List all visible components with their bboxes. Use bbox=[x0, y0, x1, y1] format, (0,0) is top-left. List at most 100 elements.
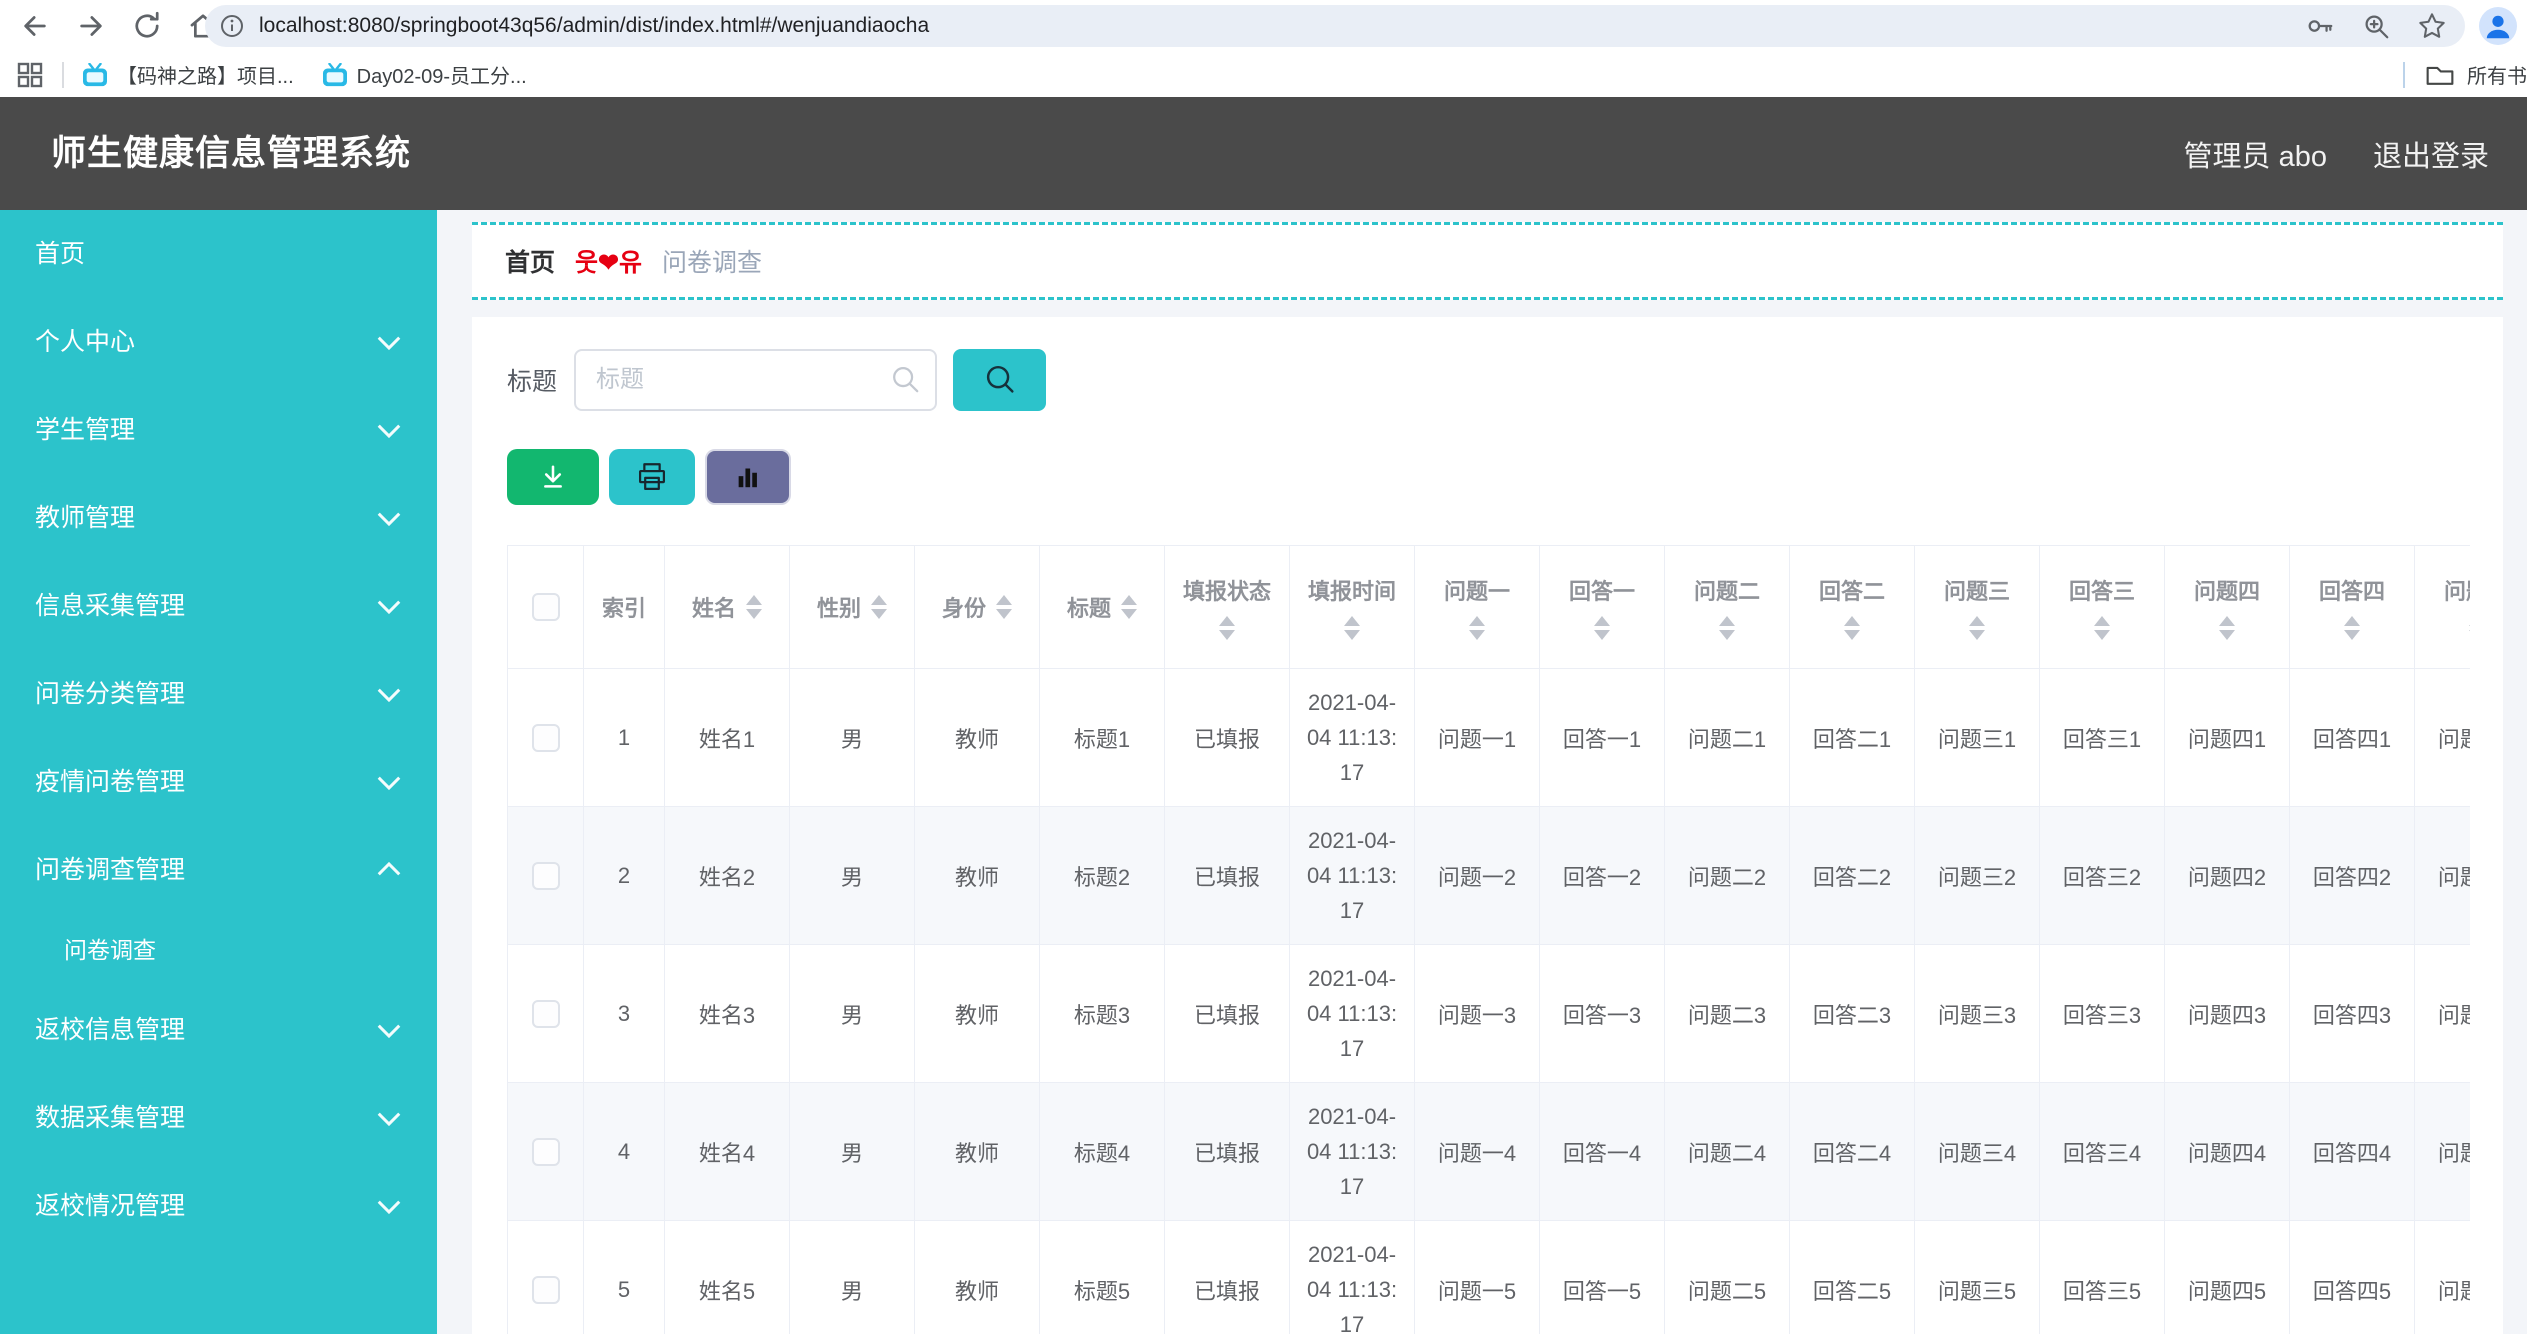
browser-profile-avatar[interactable] bbox=[2479, 7, 2517, 45]
sort-carets-icon[interactable] bbox=[1219, 616, 1235, 640]
table-cell: 回答一4 bbox=[1539, 1082, 1665, 1221]
sidebar-item-6[interactable]: 问卷分类管理 bbox=[0, 650, 437, 738]
table-cell: 问题一4 bbox=[1414, 1082, 1540, 1221]
sidebar-nav: 首页 个人中心 学生管理 教师管理 信息采集管理 问卷分类管理 疫情问卷管理 问卷调查管理 问卷… bbox=[0, 210, 437, 1334]
table-cell: 男 bbox=[789, 1220, 915, 1334]
sort-carets-icon[interactable] bbox=[996, 595, 1012, 619]
bookmark-star-icon[interactable] bbox=[2417, 11, 2447, 41]
search-button[interactable] bbox=[953, 349, 1047, 411]
apps-grid-icon[interactable] bbox=[16, 61, 44, 89]
chart-button[interactable] bbox=[705, 449, 791, 505]
table-cell: 标题4 bbox=[1039, 1082, 1165, 1221]
breadcrumb-home[interactable]: 首页 bbox=[505, 243, 555, 279]
sort-carets-icon[interactable] bbox=[1969, 616, 1985, 640]
sidebar-item-5[interactable]: 信息采集管理 bbox=[0, 562, 437, 650]
column-header[interactable]: 问题二 bbox=[1664, 545, 1790, 669]
sidebar-item-7[interactable]: 疫情问卷管理 bbox=[0, 738, 437, 826]
table-row: 5 姓名5 男教师 标题5 已填报 2021-04-04 11:13:17 问题一5 回答一5… bbox=[507, 1220, 2470, 1334]
sort-carets-icon[interactable] bbox=[2469, 616, 2470, 640]
back-button[interactable] bbox=[14, 5, 56, 47]
column-header[interactable]: 回答四 bbox=[2289, 545, 2415, 669]
column-header-label: 问题五 bbox=[2443, 579, 2470, 604]
sort-carets-icon[interactable] bbox=[1121, 595, 1137, 619]
column-header[interactable]: 回答二 bbox=[1789, 545, 1915, 669]
select-all-cell bbox=[507, 545, 584, 669]
bookmark-item[interactable]: Day02-09-员工分... bbox=[322, 60, 527, 89]
table-cell: 问题三4 bbox=[1914, 1082, 2040, 1221]
sidebar-item-8[interactable]: 问卷调查管理 bbox=[0, 826, 437, 914]
chevron-down-icon bbox=[377, 591, 401, 615]
column-header[interactable]: 回答三 bbox=[2039, 545, 2165, 669]
sidebar-item-1[interactable]: 首页 bbox=[0, 210, 437, 298]
sort-carets-icon[interactable] bbox=[746, 595, 762, 619]
table-cell: 回答二2 bbox=[1789, 806, 1915, 945]
table-row: 3 姓名3 男教师 标题3 已填报 2021-04-04 11:13:17 问题一3 回答一3… bbox=[507, 944, 2470, 1083]
column-header[interactable]: 回答一 bbox=[1539, 545, 1665, 669]
search-button-icon bbox=[981, 361, 1019, 399]
column-header-label: 回答二 bbox=[1818, 579, 1885, 604]
forward-button[interactable] bbox=[70, 5, 112, 47]
table-cell: 已填报 bbox=[1164, 944, 1290, 1083]
sidebar-item-label: 返校信息管理 bbox=[35, 1016, 186, 1044]
column-header[interactable]: 标题 bbox=[1039, 545, 1165, 669]
column-header[interactable]: 姓名 bbox=[664, 545, 790, 669]
sidebar-item-11[interactable]: 返校情况管理 bbox=[0, 1162, 437, 1250]
table-cell: 问题二4 bbox=[1664, 1082, 1790, 1221]
row-checkbox[interactable] bbox=[531, 723, 560, 752]
column-header[interactable]: 问题一 bbox=[1414, 545, 1540, 669]
zoom-page-icon[interactable] bbox=[2361, 11, 2391, 41]
table-cell: 1 bbox=[583, 668, 665, 807]
sidebar-subitem[interactable]: 问卷调查 bbox=[0, 914, 437, 986]
column-header[interactable]: 性别 bbox=[789, 545, 915, 669]
sort-carets-icon[interactable] bbox=[1469, 616, 1485, 640]
column-header[interactable]: 问题五 bbox=[2414, 545, 2470, 669]
printer-icon bbox=[635, 460, 669, 494]
export-download-button[interactable] bbox=[507, 449, 599, 505]
column-header-label: 问题三 bbox=[1943, 579, 2010, 604]
table-cell: 回答三1 bbox=[2039, 668, 2165, 807]
table-cell: 问题五2 bbox=[2414, 806, 2470, 945]
column-header[interactable]: 填报时间 bbox=[1289, 545, 1415, 669]
reload-button[interactable] bbox=[126, 5, 168, 47]
sort-carets-icon[interactable] bbox=[1719, 616, 1735, 640]
sort-carets-icon[interactable] bbox=[1594, 616, 1610, 640]
column-header[interactable]: 填报状态 bbox=[1164, 545, 1290, 669]
column-header[interactable]: 问题四 bbox=[2164, 545, 2290, 669]
sort-carets-icon[interactable] bbox=[1844, 616, 1860, 640]
address-bar-row: localhost:8080/springboot43q56/admin/dis… bbox=[0, 0, 2527, 52]
table-cell: 教师 bbox=[914, 944, 1040, 1083]
password-key-icon[interactable] bbox=[2305, 11, 2335, 41]
logout-link[interactable]: 退出登录 bbox=[2373, 133, 2489, 175]
sidebar-item-3[interactable]: 学生管理 bbox=[0, 386, 437, 474]
download-icon bbox=[536, 460, 570, 494]
url-text[interactable]: localhost:8080/springboot43q56/admin/dis… bbox=[259, 14, 2305, 38]
sidebar-item-10[interactable]: 数据采集管理 bbox=[0, 1074, 437, 1162]
search-field-label: 标题 bbox=[507, 368, 558, 396]
column-header[interactable]: 问题三 bbox=[1914, 545, 2040, 669]
sort-carets-icon[interactable] bbox=[1344, 616, 1360, 640]
table-cell: 问题一1 bbox=[1414, 668, 1540, 807]
print-button[interactable] bbox=[609, 449, 695, 505]
breadcrumb: 首页 웃❤유 问卷调查 bbox=[472, 222, 2503, 300]
table-cell: 2021-04-04 11:13:17 bbox=[1289, 1082, 1415, 1221]
sidebar-item-4[interactable]: 教师管理 bbox=[0, 474, 437, 562]
row-checkbox[interactable] bbox=[531, 1275, 560, 1304]
sidebar-item-2[interactable]: 个人中心 bbox=[0, 298, 437, 386]
search-input[interactable] bbox=[574, 349, 938, 411]
table-cell: 问题一2 bbox=[1414, 806, 1540, 945]
sort-carets-icon[interactable] bbox=[2219, 616, 2235, 640]
row-checkbox[interactable] bbox=[531, 1137, 560, 1166]
sort-carets-icon[interactable] bbox=[2094, 616, 2110, 640]
column-header[interactable]: 身份 bbox=[914, 545, 1040, 669]
table-cell: 问题二2 bbox=[1664, 806, 1790, 945]
sort-carets-icon[interactable] bbox=[871, 595, 887, 619]
row-checkbox[interactable] bbox=[531, 999, 560, 1028]
row-checkbox[interactable] bbox=[531, 861, 560, 890]
site-info-icon[interactable] bbox=[219, 13, 245, 39]
all-bookmarks-label[interactable]: 所有书 bbox=[2467, 60, 2527, 89]
select-all-checkbox[interactable] bbox=[531, 593, 560, 621]
sidebar-item-9[interactable]: 返校信息管理 bbox=[0, 986, 437, 1074]
sort-carets-icon[interactable] bbox=[2344, 616, 2360, 640]
url-omnibox[interactable]: localhost:8080/springboot43q56/admin/dis… bbox=[205, 5, 2465, 47]
bookmark-item[interactable]: 【码神之路】项目... bbox=[82, 60, 294, 89]
